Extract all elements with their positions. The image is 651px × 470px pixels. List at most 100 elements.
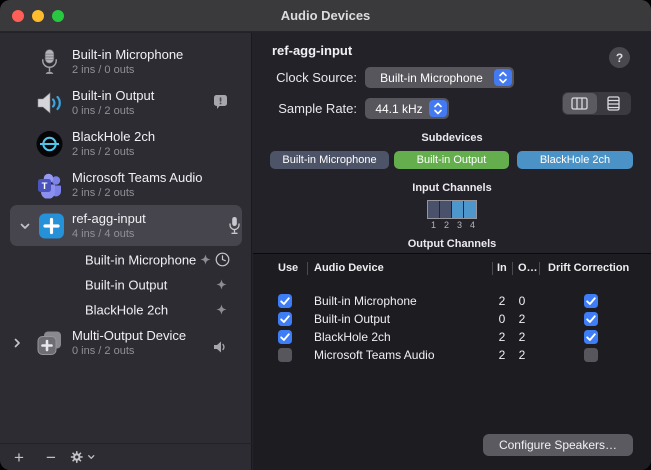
col-use: Use [278, 262, 298, 274]
subdevice-pill-built-in-output[interactable]: Built-in Output [394, 151, 509, 169]
sidebar-item-blackhole-2ch[interactable]: BlackHole 2ch 2 ins / 2 outs [0, 123, 252, 164]
drift-checkbox[interactable] [584, 330, 598, 344]
subdevice-row-built-in-microphone[interactable]: Built-in Microphone [0, 247, 252, 272]
row-device-name: Built-in Microphone [314, 294, 417, 308]
input-channel-meter [427, 200, 477, 219]
row-in-count: 2 [493, 330, 511, 344]
chevron-down-icon[interactable] [18, 219, 32, 233]
channel-cell-3 [452, 201, 464, 218]
row-out-count: 2 [513, 330, 531, 344]
list-view-icon [607, 96, 620, 111]
col-drift: Drift Correction [548, 262, 629, 274]
configure-speakers-button[interactable]: Configure Speakers… [483, 434, 633, 456]
drift-checkbox[interactable] [584, 348, 598, 362]
table-row[interactable]: Built-in Microphone 2 0 [253, 292, 651, 310]
view-mode-segmented-control [562, 92, 631, 115]
svg-text:T: T [42, 181, 48, 192]
list-view-button[interactable] [597, 93, 631, 114]
sidebar-item-built-in-output[interactable]: Built-in Output 0 ins / 2 outs [0, 82, 252, 123]
drift-checkbox[interactable] [584, 294, 598, 308]
device-channels: 2 ins / 2 outs [72, 186, 203, 200]
add-device-button[interactable]: + [8, 449, 30, 466]
subdevice-name: BlackHole 2ch [85, 302, 168, 317]
teams-device-icon: T [36, 171, 63, 198]
columns-view-button[interactable] [563, 93, 597, 114]
gear-menu-button[interactable] [70, 449, 96, 465]
subdevice-pill-blackhole-2ch[interactable]: BlackHole 2ch [517, 151, 633, 169]
close-button[interactable] [12, 10, 24, 22]
sidebar-item-multi-output-device[interactable]: Multi-Output Device 0 ins / 2 outs [0, 322, 252, 363]
channel-numbers: 1 2 3 4 [427, 220, 479, 230]
subdevice-row-blackhole-2ch[interactable]: BlackHole 2ch [0, 297, 252, 322]
microphone-device-icon [36, 48, 63, 75]
blackhole-device-icon [36, 130, 63, 157]
channel-cell-2 [440, 201, 452, 218]
sidebar-toolbar: + − [0, 443, 252, 470]
input-channels-heading: Input Channels [253, 182, 651, 194]
use-checkbox[interactable] [278, 312, 292, 326]
help-button[interactable]: ? [609, 47, 630, 68]
chevron-right-icon[interactable] [10, 336, 24, 350]
popup-chevrons-icon [494, 69, 512, 86]
subdevice-row-built-in-output[interactable]: Built-in Output [0, 272, 252, 297]
microphone-input-icon [228, 216, 241, 235]
audio-devices-window: Audio Devices Built-in Microphone 2 ins … [0, 0, 651, 470]
device-channels: 2 ins / 0 outs [72, 63, 183, 77]
column-divider [307, 262, 308, 275]
subdevices-heading: Subdevices [253, 132, 651, 144]
device-channels: 0 ins / 2 outs [72, 344, 186, 358]
channel-cell-4 [464, 201, 476, 218]
row-device-name: Built-in Output [314, 312, 390, 326]
device-name: BlackHole 2ch [72, 128, 155, 145]
row-in-count: 0 [493, 312, 511, 326]
subdevice-name: Built-in Output [85, 277, 167, 292]
channel-number: 4 [466, 220, 479, 230]
row-in-count: 2 [493, 348, 511, 362]
use-checkbox[interactable] [278, 348, 292, 362]
device-name: Built-in Output [72, 87, 154, 104]
device-name: Microsoft Teams Audio [72, 169, 203, 186]
table-row[interactable]: Built-in Output 0 2 [253, 310, 651, 328]
device-channels: 4 ins / 4 outs [72, 227, 146, 241]
minimize-button[interactable] [32, 10, 44, 22]
device-channels: 2 ins / 2 outs [72, 145, 155, 159]
output-channels-heading: Output Channels [253, 238, 651, 250]
table-header: Use Audio Device In O… Drift Correction [253, 254, 651, 283]
channel-number: 1 [427, 220, 440, 230]
clock-source-popup[interactable]: Built-in Microphone [365, 67, 514, 88]
zoom-button[interactable] [52, 10, 64, 22]
popup-chevrons-icon [429, 100, 447, 117]
column-divider [492, 262, 493, 275]
sidebar-item-ref-agg-input[interactable]: ref-agg-input 4 ins / 4 outs [10, 205, 242, 246]
sample-rate-popup[interactable]: 44.1 kHz [365, 98, 449, 119]
multi-output-device-icon [36, 329, 63, 356]
device-name: Multi-Output Device [72, 327, 186, 344]
row-device-name: Microsoft Teams Audio [314, 348, 435, 362]
col-in: In [497, 262, 507, 274]
subdevice-pill-built-in-microphone[interactable]: Built-in Microphone [270, 151, 389, 169]
remove-device-button[interactable]: − [40, 449, 62, 466]
row-out-count: 2 [513, 312, 531, 326]
device-sidebar: Built-in Microphone 2 ins / 0 outs Built… [0, 33, 252, 470]
column-divider [539, 262, 540, 275]
clock-source-value: Built-in Microphone [365, 71, 494, 85]
sidebar-item-microsoft-teams-audio[interactable]: T Microsoft Teams Audio 2 ins / 2 outs [0, 164, 252, 205]
titlebar: Audio Devices [0, 0, 651, 32]
clock-source-label: Clock Source: [257, 70, 357, 85]
col-out: O… [518, 262, 538, 274]
drift-spark-icon [215, 303, 228, 316]
use-checkbox[interactable] [278, 330, 292, 344]
device-name: ref-agg-input [72, 210, 146, 227]
table-row[interactable]: BlackHole 2ch 2 2 [253, 328, 651, 346]
channel-cell-1 [428, 201, 440, 218]
device-name: Built-in Microphone [72, 46, 183, 63]
traffic-lights [12, 10, 64, 22]
use-checkbox[interactable] [278, 294, 292, 308]
table-row[interactable]: Microsoft Teams Audio 2 2 [253, 346, 651, 364]
channel-number: 2 [440, 220, 453, 230]
aggregate-device-icon [38, 212, 65, 239]
drift-checkbox[interactable] [584, 312, 598, 326]
sidebar-item-built-in-microphone[interactable]: Built-in Microphone 2 ins / 0 outs [0, 41, 252, 82]
page-title: ref-agg-input [272, 43, 352, 58]
channel-number: 3 [453, 220, 466, 230]
